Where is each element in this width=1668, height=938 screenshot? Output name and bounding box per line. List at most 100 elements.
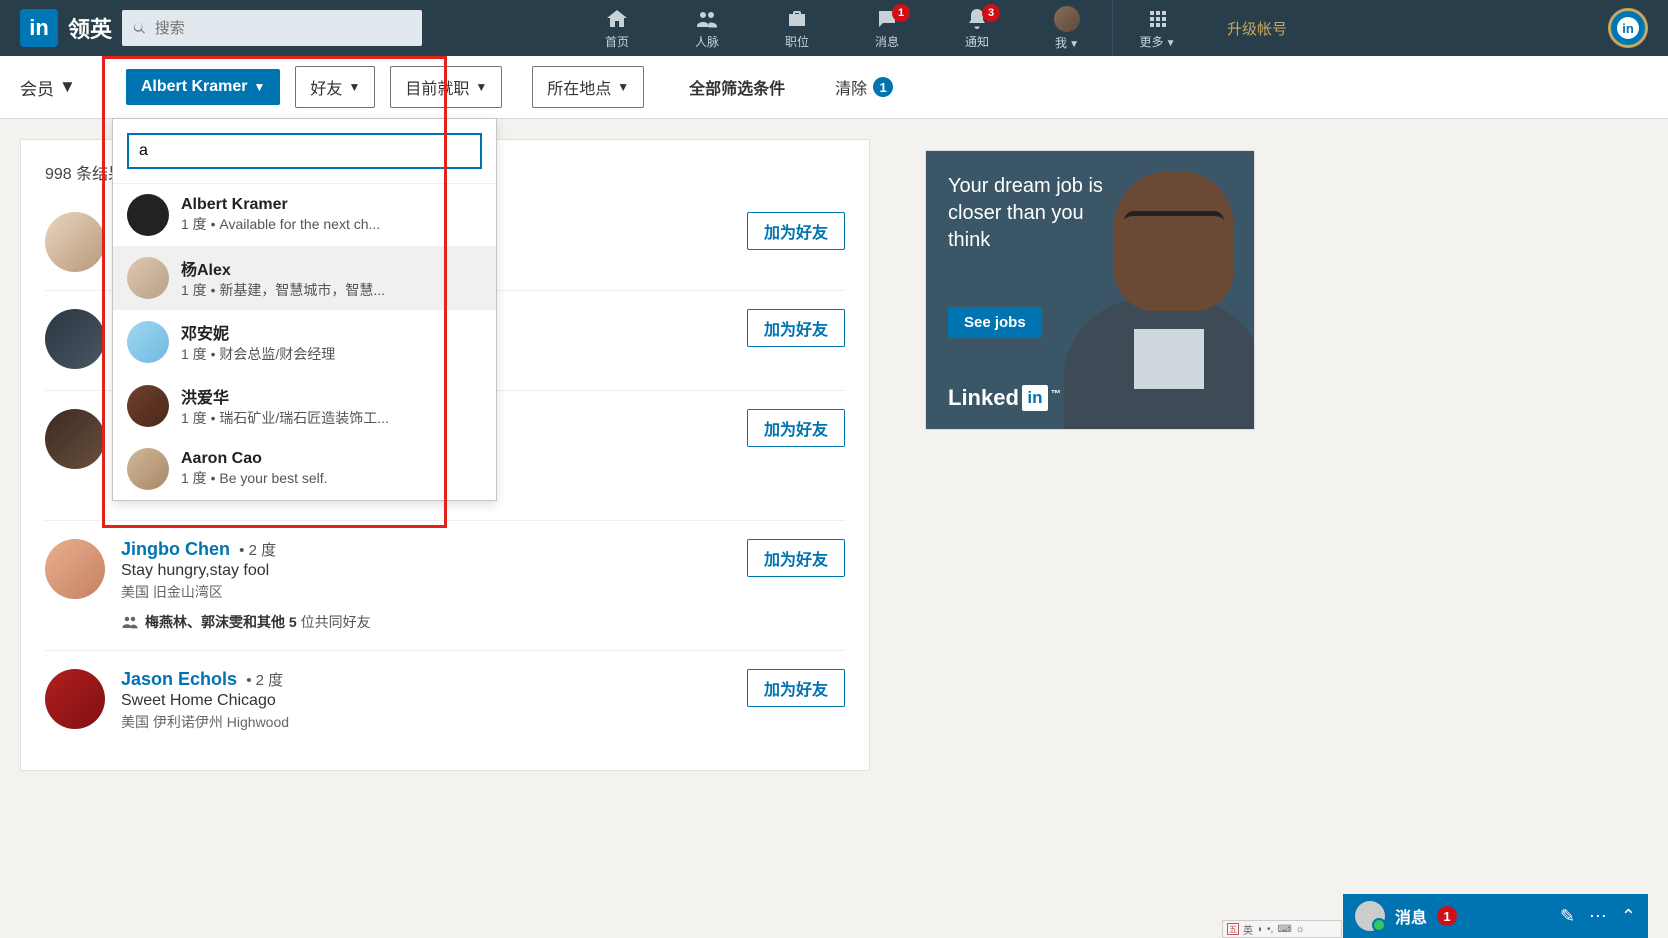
brand-text: 领英 (68, 12, 112, 44)
suggestion-subtitle: 1 度 • Available for the next ch... (181, 214, 380, 234)
result-avatar[interactable] (45, 409, 105, 469)
apps-grid-icon (1146, 7, 1170, 31)
filter-location-label: 所在地点 (547, 75, 611, 99)
filter-members[interactable]: 会员 ▼ (20, 75, 76, 100)
filter-connection-of[interactable]: Albert Kramer ▼ (126, 69, 281, 105)
ime-indicator: 五 英 ◗•,⌨☼ (1222, 920, 1342, 938)
nav-home-label: 首页 (605, 33, 629, 50)
nav-notifications[interactable]: 3 通知 (932, 0, 1022, 56)
search-input[interactable] (155, 20, 412, 37)
ad-logo: Linkedin™ (948, 385, 1061, 411)
chevron-down-icon: ▼ (254, 80, 266, 94)
connect-button[interactable]: 加为好友 (747, 212, 845, 250)
clear-filters-link[interactable]: 清除 1 (835, 75, 893, 99)
result-avatar[interactable] (45, 669, 105, 729)
suggestion-list: Albert Kramer 1 度 • Available for the ne… (113, 184, 496, 500)
nav-messaging-label: 消息 (875, 33, 899, 50)
chevron-down-icon: ▼ (617, 80, 629, 94)
chevron-up-icon[interactable]: ⌃ (1621, 906, 1636, 927)
nav-jobs-label: 职位 (785, 33, 809, 50)
nav-network-label: 人脉 (695, 33, 719, 50)
all-filters-link[interactable]: 全部筛选条件 (689, 75, 785, 99)
suggestion-item[interactable]: 杨Alex 1 度 • 新基建，智慧城市，智慧... (113, 246, 496, 310)
suggestion-item[interactable]: Albert Kramer 1 度 • Available for the ne… (113, 184, 496, 246)
suggestion-name: 邓安妮 (181, 320, 335, 344)
upgrade-link[interactable]: 升级帐号 (1227, 18, 1287, 39)
global-search[interactable] (122, 10, 422, 46)
result-item: Jason Echols • 2 度 Sweet Home Chicago 美国… (45, 651, 845, 750)
people-icon (121, 613, 139, 631)
briefcase-icon (785, 7, 809, 31)
result-location: 美国 旧金山湾区 (121, 582, 845, 602)
nav-me[interactable]: 我▼ (1022, 0, 1112, 56)
ad-headline: Your dream job is closer than you think (948, 173, 1108, 254)
filter-connection-of-label: Albert Kramer (141, 78, 248, 96)
result-item: Jingbo Chen • 2 度 Stay hungry,stay fool … (45, 521, 845, 651)
more-icon[interactable]: ⋯ (1589, 906, 1607, 927)
connection-of-dropdown: Albert Kramer 1 度 • Available for the ne… (112, 118, 497, 501)
nav-jobs[interactable]: 职位 (752, 0, 842, 56)
messaging-badge: 1 (892, 4, 910, 22)
suggestion-name: 洪爱华 (181, 384, 389, 408)
suggestion-avatar (127, 448, 169, 490)
notifications-badge: 3 (982, 4, 1000, 22)
result-degree: • 2 度 (235, 542, 276, 559)
suggestion-subtitle: 1 度 • 瑞石矿业/瑞石匠造装饰工... (181, 408, 389, 428)
primary-nav: 首页 人脉 职位 1 消息 3 通知 我▼ 更多▼ (572, 0, 1202, 56)
chevron-down-icon: ▼ (59, 77, 76, 97)
people-icon (695, 7, 719, 31)
chevron-down-icon: ▼ (348, 80, 360, 94)
messaging-label: 消息 (1395, 904, 1427, 928)
connect-button[interactable]: 加为好友 (747, 539, 845, 577)
clear-label: 清除 (835, 75, 867, 99)
result-avatar[interactable] (45, 539, 105, 599)
nav-me-label: 我▼ (1055, 34, 1079, 51)
connect-button[interactable]: 加为好友 (747, 309, 845, 347)
filter-connections[interactable]: 好友 ▼ (295, 66, 375, 108)
suggestion-item[interactable]: 洪爱华 1 度 • 瑞石矿业/瑞石匠造装饰工... (113, 374, 496, 438)
search-icon (132, 20, 147, 36)
suggestion-subtitle: 1 度 • 新基建，智慧城市，智慧... (181, 280, 385, 300)
result-avatar[interactable] (45, 309, 105, 369)
nav-network[interactable]: 人脉 (662, 0, 752, 56)
clear-count-badge: 1 (873, 77, 893, 97)
sidebar-ad[interactable]: Your dream job is closer than you think … (925, 150, 1255, 430)
connection-search-input[interactable] (127, 133, 482, 169)
suggestion-name: Aaron Cao (181, 450, 328, 468)
nav-messaging[interactable]: 1 消息 (842, 0, 932, 56)
filter-members-label: 会员 (20, 75, 54, 100)
result-location: 美国 伊利诺伊州 Highwood (121, 712, 845, 732)
suggestion-name: 杨Alex (181, 256, 385, 280)
linkedin-logo-icon: in (20, 9, 58, 47)
filter-current-company[interactable]: 目前就职 ▼ (390, 66, 502, 108)
filter-location[interactable]: 所在地点 ▼ (532, 66, 644, 108)
premium-badge-icon[interactable]: in (1608, 8, 1648, 48)
filter-current-company-label: 目前就职 (405, 75, 469, 99)
suggestion-avatar (127, 321, 169, 363)
messaging-bar[interactable]: 消息 1 ✎ ⋯ ⌃ (1343, 894, 1648, 938)
result-headline: Stay hungry,stay fool (121, 562, 845, 580)
result-name[interactable]: Jingbo Chen (121, 539, 230, 559)
messaging-count-badge: 1 (1437, 906, 1457, 926)
me-avatar-icon (1054, 6, 1080, 32)
result-avatar[interactable] (45, 212, 105, 272)
connect-button[interactable]: 加为好友 (747, 409, 845, 447)
result-mutual: 梅燕林、郭沫雯和其他 5 位共同好友 (121, 612, 845, 632)
suggestion-subtitle: 1 度 • Be your best self. (181, 468, 328, 488)
suggestion-item[interactable]: 邓安妮 1 度 • 财会总监/财会经理 (113, 310, 496, 374)
ad-cta-button[interactable]: See jobs (948, 307, 1042, 338)
nav-home[interactable]: 首页 (572, 0, 662, 56)
chevron-down-icon: ▼ (475, 80, 487, 94)
suggestion-avatar (127, 194, 169, 236)
nav-apps-label: 更多▼ (1140, 33, 1176, 50)
filter-bar: 会员 ▼ Albert Kramer ▼ 好友 ▼ 目前就职 ▼ 所在地点 ▼ … (0, 56, 1668, 119)
result-name[interactable]: Jason Echols (121, 669, 237, 689)
connect-button[interactable]: 加为好友 (747, 669, 845, 707)
suggestion-avatar (127, 257, 169, 299)
filter-connections-label: 好友 (310, 75, 342, 99)
messaging-avatar-icon (1355, 901, 1385, 931)
compose-icon[interactable]: ✎ (1560, 906, 1575, 927)
logo[interactable]: in 领英 (20, 9, 112, 47)
suggestion-item[interactable]: Aaron Cao 1 度 • Be your best self. (113, 438, 496, 500)
nav-apps[interactable]: 更多▼ (1112, 0, 1202, 56)
